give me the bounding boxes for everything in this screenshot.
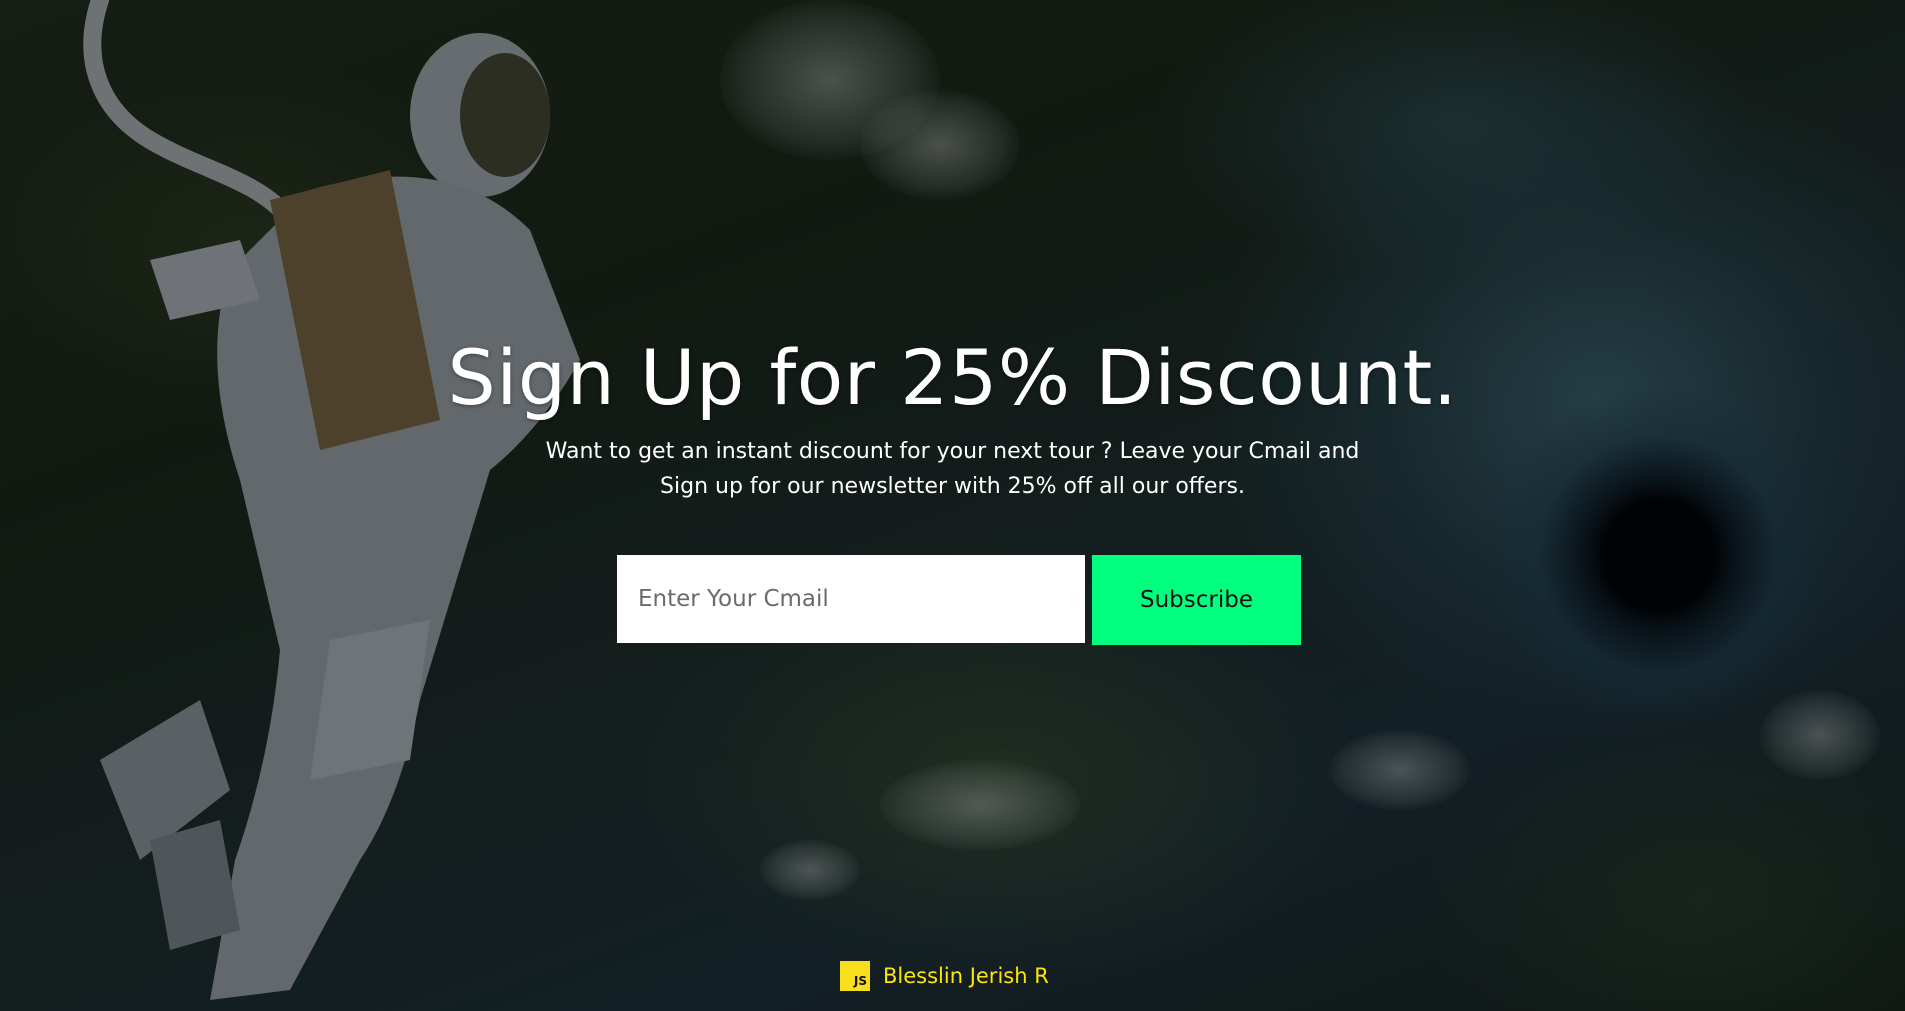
hero-description-line: Sign up for our newsletter with 25% off … — [660, 474, 1245, 499]
email-field[interactable] — [617, 555, 1085, 643]
hero-section: Sign Up for 25% Discount. Want to get an… — [0, 330, 1905, 504]
author-credit-link[interactable]: JS Blesslin Jerish R — [840, 961, 1049, 991]
subscribe-form: Subscribe — [617, 555, 1301, 645]
author-name: Blesslin Jerish R — [883, 964, 1049, 988]
hero-description: Want to get an instant discount for your… — [503, 434, 1403, 504]
dark-overlay — [0, 0, 1905, 1011]
javascript-logo-icon: JS — [840, 961, 870, 991]
page-title: Sign Up for 25% Discount. — [447, 333, 1458, 422]
subscribe-button[interactable]: Subscribe — [1092, 555, 1301, 645]
hero-description-line: Want to get an instant discount for your… — [545, 439, 1360, 464]
